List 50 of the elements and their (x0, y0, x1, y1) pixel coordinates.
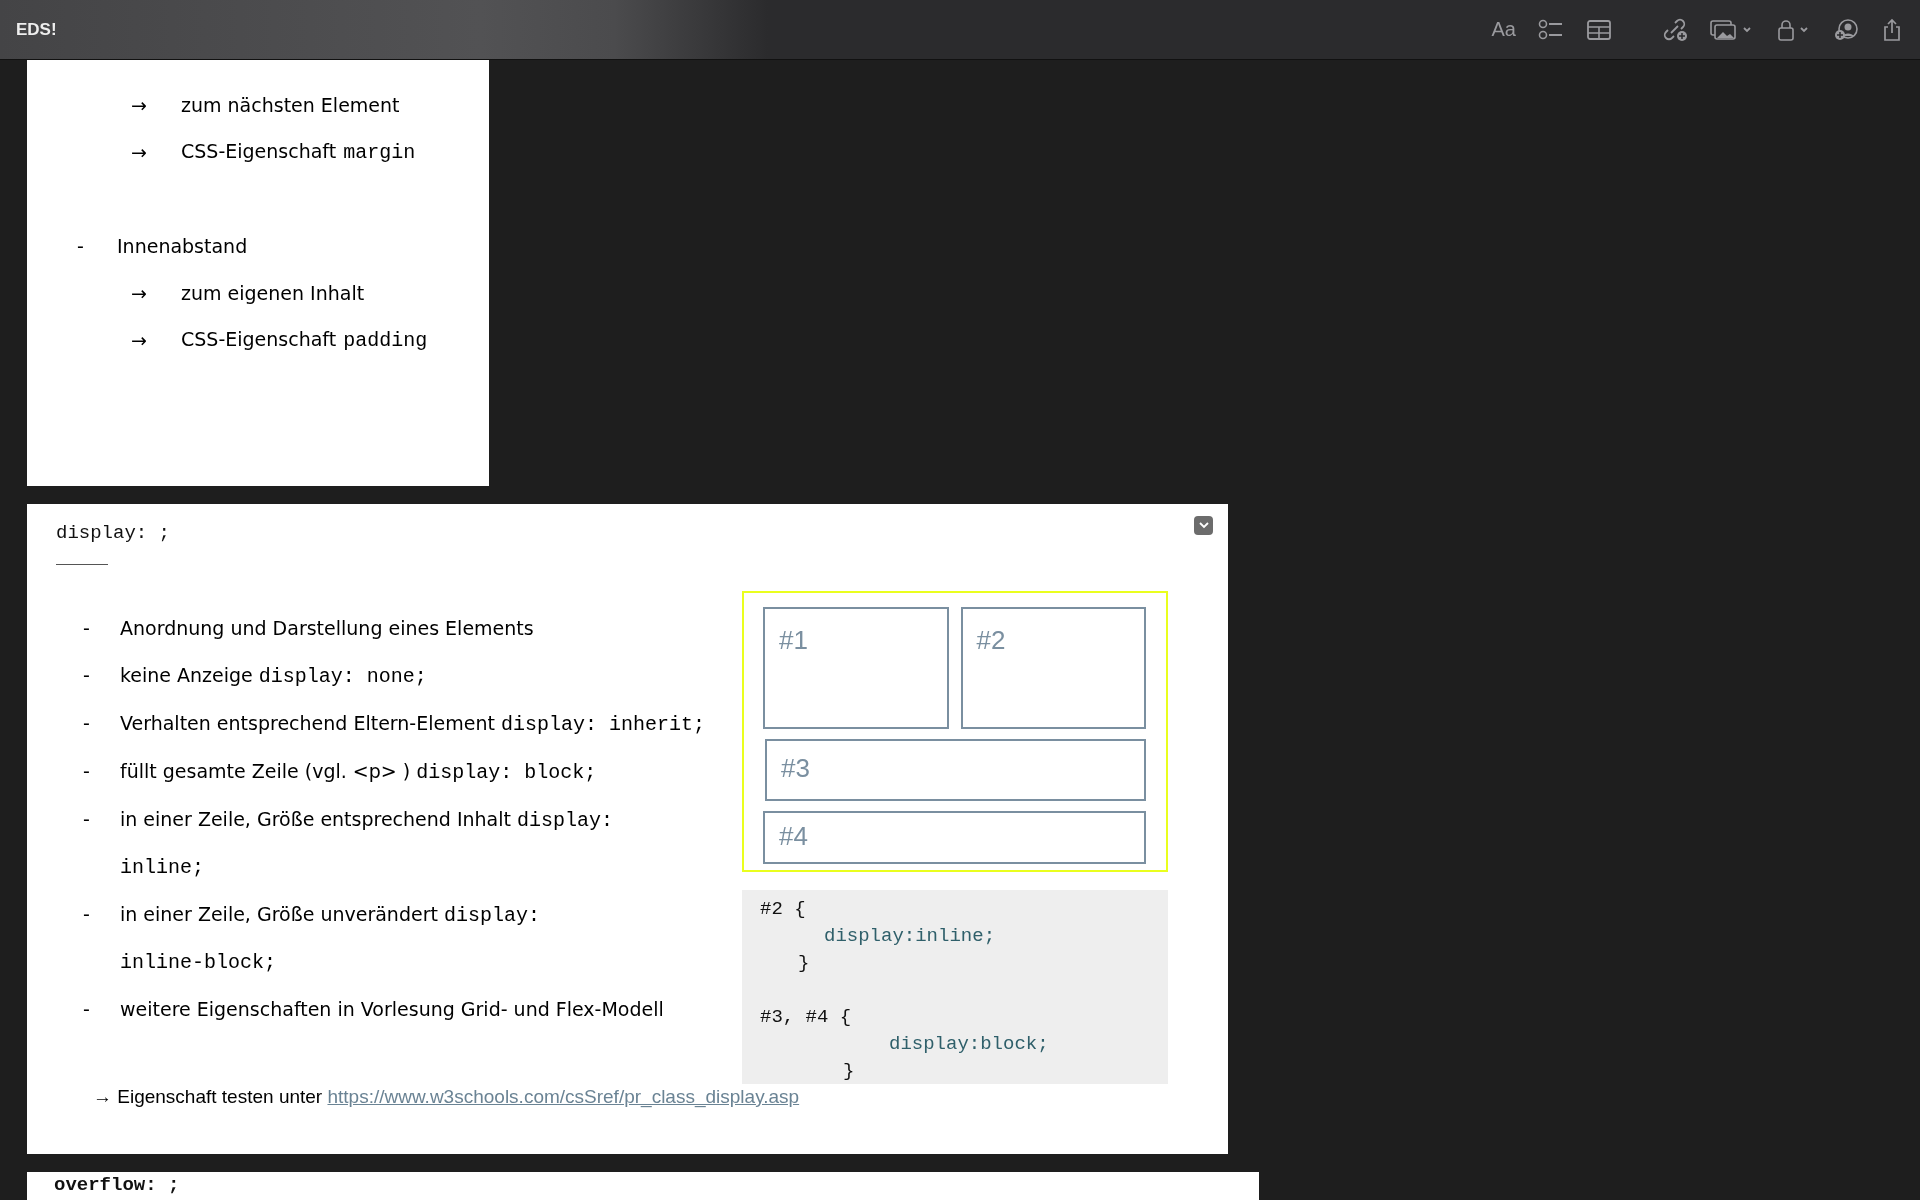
bullet-dash: - (83, 759, 91, 784)
bullet-dash: - (83, 807, 91, 832)
list-item: CSS-Eigenschaft padding (181, 327, 428, 352)
app-title: EDS! (16, 19, 57, 40)
arrow-bullet: → (130, 281, 148, 304)
bullet-dash: - (76, 234, 85, 257)
chevron-icon (1198, 522, 1209, 529)
table-icon[interactable] (1586, 18, 1612, 41)
card-heading: overflow: ; (54, 1174, 180, 1196)
bullet-dash: - (83, 616, 91, 641)
code-text: inline; (120, 855, 205, 881)
code-line: } (843, 1060, 855, 1082)
list-item: in einer Zeile, Größe unverändert display: (120, 902, 540, 929)
list-item: zum eigenen Inhalt (181, 281, 365, 304)
list-item: Anordnung und Darstellung eines Elements (120, 616, 534, 641)
list-item: Verhalten entsprechend Eltern-Element display: inherit; (120, 711, 705, 738)
bullet-dash: - (83, 902, 91, 927)
collaborate-icon[interactable] (1834, 17, 1860, 42)
footer-text: → Eigenschaft testen unter https://www.w3schools.com/csSref/pr_class_display.asp (92, 1086, 801, 1108)
list-item: Innenabstand (117, 234, 248, 257)
collapse-button[interactable] (1194, 516, 1213, 535)
arrow-bullet: → (130, 328, 148, 351)
arrow-bullet: → (130, 140, 148, 163)
code-line: } (798, 952, 810, 974)
list-item: füllt gesamte Zeile (vgl. <p> ) display: block; (120, 759, 597, 786)
list-item: keine Anzeige display: none; (120, 663, 427, 690)
demo-box: #2 (960, 607, 1146, 729)
demo-box: #1 (763, 607, 949, 729)
photo-icon[interactable] (1710, 18, 1754, 41)
demo-box: #4 (763, 811, 1146, 864)
code-line: display:block; (889, 1033, 1049, 1055)
link[interactable]: https://www.w3schools.com/csSref/pr_class_display.asp (327, 1086, 800, 1107)
demo-box: #3 (765, 739, 1146, 801)
code-line: display:inline; (824, 925, 996, 947)
list-item: CSS-Eigenschaft margin (181, 139, 416, 164)
bullet-dash: - (83, 997, 91, 1022)
link-add-icon[interactable] (1662, 17, 1688, 42)
bullet-dash: - (83, 663, 91, 688)
list-item: zum nächsten Element (181, 93, 400, 116)
share-icon[interactable] (1882, 17, 1902, 42)
arrow-bullet: → (130, 93, 148, 116)
list-item: in einer Zeile, Größe entsprechend Inhalt display: (120, 807, 614, 834)
code-text: inline-block; (120, 950, 278, 976)
code-line: #3, #4 { (760, 1006, 852, 1028)
card-heading: display: ; (56, 522, 171, 544)
code-line: #2 { (760, 898, 806, 920)
list-item: weitere Eigenschaften in Vorlesung Grid- und Flex-Modell (120, 997, 664, 1022)
bullet-dash: - (83, 711, 91, 736)
checklist-icon[interactable] (1538, 18, 1564, 41)
format-button[interactable]: Aa (1491, 18, 1516, 41)
